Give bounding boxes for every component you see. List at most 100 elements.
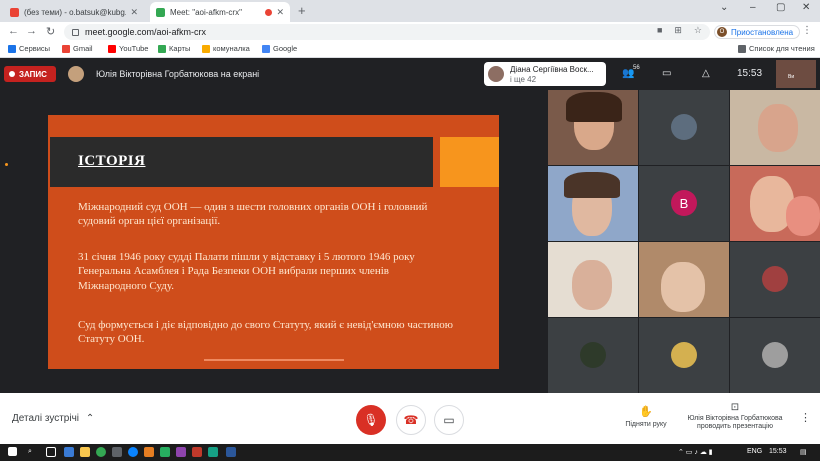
tab-meet[interactable]: Meet: "aoi-afkm-crx" ✕ xyxy=(150,2,290,22)
participant-tile[interactable] xyxy=(639,318,729,393)
participant-tile[interactable] xyxy=(730,318,820,393)
presenter-label: Юлія Вікторівна Горбатюкова на екрані xyxy=(96,69,260,79)
maps-icon xyxy=(158,44,166,53)
app-icon[interactable] xyxy=(176,447,186,457)
recording-badge[interactable]: ЗАПИС xyxy=(4,66,56,82)
microphone-toggle-button[interactable]: 🎙 xyxy=(356,405,386,435)
camera-toggle-button[interactable]: ▭ xyxy=(434,405,464,435)
participant-tile[interactable]: B xyxy=(639,166,729,241)
participant-tile[interactable] xyxy=(730,90,820,165)
participant-tile[interactable] xyxy=(548,318,638,393)
participant-hair xyxy=(564,172,620,198)
browser-toolbar: ← → ↻ meet.google.com/aoi-afkm-crx ■ ⊞ ☆… xyxy=(0,22,820,42)
new-tab-button[interactable]: + xyxy=(298,3,306,18)
translate-icon[interactable]: ⊞ xyxy=(674,25,682,36)
avatar xyxy=(671,342,697,368)
meeting-details-label: Деталі зустрічі xyxy=(12,413,80,424)
participant-tile[interactable] xyxy=(639,90,729,165)
participant-tile[interactable] xyxy=(639,242,729,317)
close-window-icon[interactable]: ✕ xyxy=(802,2,810,13)
bookmark-apps[interactable]: Сервисы xyxy=(8,44,50,53)
back-icon[interactable]: ← xyxy=(8,25,19,37)
participant-video xyxy=(572,260,612,310)
participant-tile[interactable] xyxy=(548,242,638,317)
participant-tile[interactable] xyxy=(548,166,638,241)
close-icon[interactable]: ✕ xyxy=(276,7,284,18)
bookmark-folder[interactable]: комуналка xyxy=(202,44,250,53)
close-icon[interactable]: ✕ xyxy=(130,7,138,18)
reading-list-button[interactable]: Список для чтения xyxy=(738,44,815,53)
profile-button[interactable]: O Приостановлена xyxy=(714,25,801,39)
windows-start-icon[interactable] xyxy=(8,447,17,456)
search-icon[interactable]: ⌕ xyxy=(28,448,32,456)
edge-icon[interactable] xyxy=(128,447,138,457)
address-bar[interactable]: meet.google.com/aoi-afkm-crx ■ ⊞ ☆ xyxy=(64,24,710,40)
star-icon[interactable]: ☆ xyxy=(694,25,702,36)
camera-in-use-icon[interactable]: ■ xyxy=(657,25,662,36)
bookmark-label: Сервисы xyxy=(19,44,51,53)
windows-taskbar: ⌕ ⌃ ▭ ♪ ☁ ▮ ENG 15:53 ▤ xyxy=(0,444,820,461)
folder-icon xyxy=(202,44,210,53)
apps-icon xyxy=(8,44,16,53)
presenter-avatar xyxy=(68,66,84,82)
app-icon[interactable] xyxy=(208,447,218,457)
app-icon[interactable] xyxy=(64,447,74,457)
participant-tile[interactable] xyxy=(730,242,820,317)
reload-icon[interactable]: ↻ xyxy=(46,25,55,38)
task-view-icon[interactable] xyxy=(46,447,56,457)
participant-tile[interactable] xyxy=(548,90,638,165)
gmail-icon xyxy=(62,44,70,53)
lock-icon xyxy=(72,28,79,36)
hang-up-button[interactable]: ☎ xyxy=(396,405,426,435)
avatar xyxy=(671,114,697,140)
minimize-icon[interactable]: – xyxy=(750,2,756,13)
tab-strip: (без теми) - o.batsuk@kubg.edu ✕ Meet: "… xyxy=(0,0,820,22)
google-icon xyxy=(262,44,270,53)
participant-tile[interactable] xyxy=(730,166,820,241)
tab-gmail[interactable]: (без теми) - o.batsuk@kubg.edu ✕ xyxy=(4,2,144,22)
activities-icon[interactable]: △ xyxy=(702,68,710,79)
app-icon[interactable] xyxy=(112,447,122,457)
system-clock[interactable]: 15:53 xyxy=(769,448,787,455)
pointer-dot xyxy=(5,163,8,166)
youtube-icon xyxy=(108,44,116,53)
avatar xyxy=(580,342,606,368)
explorer-icon[interactable] xyxy=(80,447,90,457)
meet-header: ЗАПИС Юлія Вікторівна Горбатюкова на екр… xyxy=(0,58,820,90)
slide-paragraph: Суд формується і діє відповідно до свого… xyxy=(78,319,453,346)
tab-search-icon[interactable]: ⌄ xyxy=(720,2,728,13)
bookmarks-bar: Сервисы Gmail YouTube Карты комуналка Go… xyxy=(0,42,820,58)
presentation-status[interactable]: ⊡ Юлія Вікторівна Горбатюкова проводить … xyxy=(680,402,790,431)
mic-off-icon: 🎙 xyxy=(363,413,379,427)
app-icon[interactable] xyxy=(192,447,202,457)
forward-icon[interactable]: → xyxy=(26,25,37,37)
reading-list-label: Список для чтения xyxy=(749,44,815,53)
chat-icon[interactable]: ▭ xyxy=(662,68,671,79)
raise-hand-button[interactable]: ✋ Підняти руку xyxy=(614,405,678,428)
bookmark-gmail[interactable]: Gmail xyxy=(62,44,93,53)
slide-title: ІСТОРІЯ xyxy=(78,153,146,169)
active-speaker-card[interactable]: Діана Сергіївна Воск... і ще 42 xyxy=(484,62,606,86)
more-options-icon[interactable]: ⋮ xyxy=(800,411,811,424)
app-icon[interactable] xyxy=(144,447,154,457)
presentation-status-label: Юлія Вікторівна Горбатюкова проводить пр… xyxy=(687,414,783,430)
self-label: Ви xyxy=(788,74,795,80)
participant-hair xyxy=(566,92,622,122)
word-icon[interactable] xyxy=(226,447,236,457)
app-icon[interactable] xyxy=(160,447,170,457)
bookmark-google[interactable]: Google xyxy=(262,44,297,53)
input-language[interactable]: ENG xyxy=(747,448,762,455)
maximize-icon[interactable]: ▢ xyxy=(776,2,785,13)
bookmark-label: комуналка xyxy=(213,44,250,53)
bookmark-maps[interactable]: Карты xyxy=(158,44,190,53)
notifications-icon[interactable]: ▤ xyxy=(800,448,807,456)
self-view-tile[interactable]: Ви xyxy=(776,60,816,88)
meeting-details-button[interactable]: Деталі зустрічі ⌃ xyxy=(12,413,94,424)
menu-icon[interactable]: ⋮ xyxy=(802,25,812,36)
tray-icons[interactable]: ⌃ ▭ ♪ ☁ ▮ xyxy=(678,448,713,456)
bookmark-youtube[interactable]: YouTube xyxy=(108,44,148,53)
present-screen-icon: ⊡ xyxy=(730,402,740,413)
chrome-icon[interactable] xyxy=(96,447,106,457)
slide-paragraph: Міжнародний суд ООН — один з шести голов… xyxy=(78,201,428,228)
tab-title: Meet: "aoi-afkm-crx" xyxy=(170,7,242,17)
